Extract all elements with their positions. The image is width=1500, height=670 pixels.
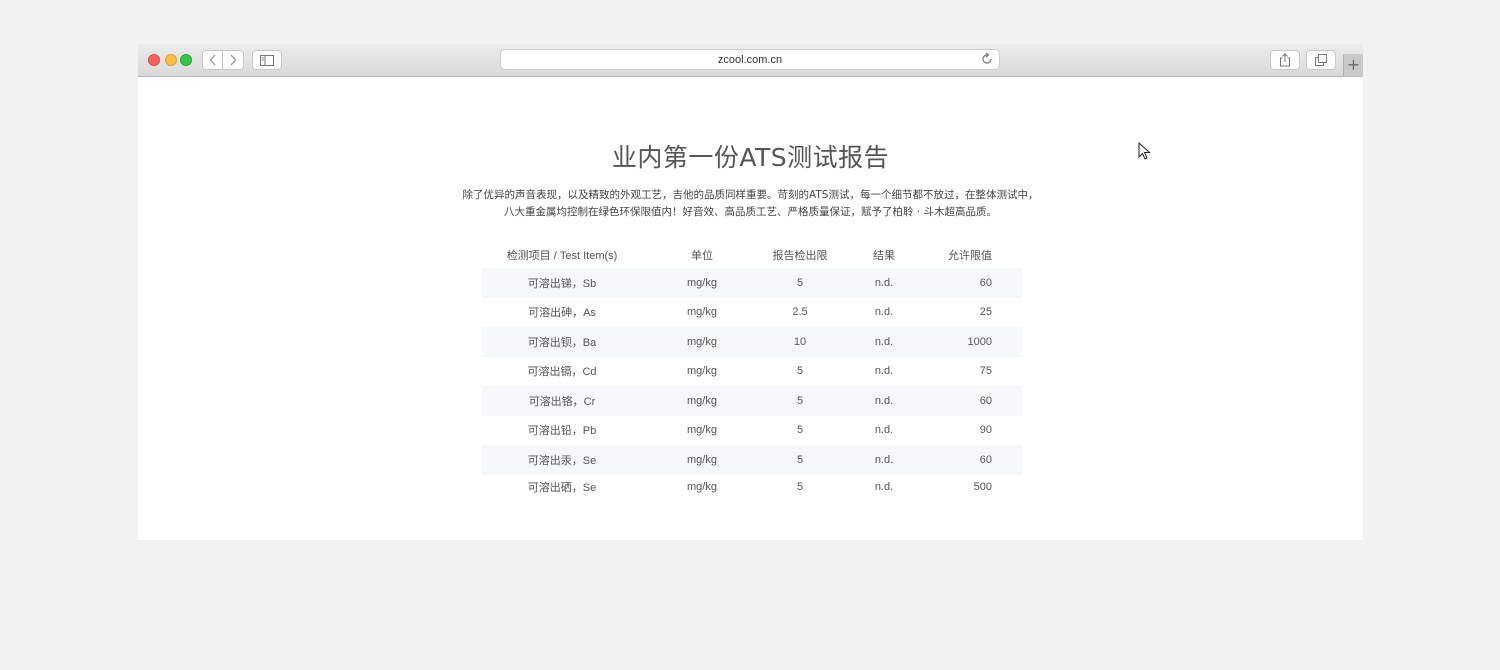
table-row: 可溶出汞，Se mg/kg 5 n.d. 60 [482, 445, 1022, 475]
back-button[interactable] [202, 50, 223, 70]
result-cell: n.d. [874, 335, 894, 348]
test-item-cell: 可溶出硒，Se [527, 481, 597, 494]
test-item-cell: 可溶出镉，Cd [527, 366, 597, 379]
test-item-cell: 可溶出铅，Pb [527, 425, 597, 438]
tab-overview-button[interactable] [1306, 50, 1336, 70]
intro-line: 除了优异的声音表现，以及精致的外观工艺，吉他的品质同样重要。苛刻的ATS测试，每… [462, 189, 1039, 201]
permitted-limit-cell: 1000 [967, 335, 992, 348]
test-item-cell: 可溶出锑，Sb [527, 277, 597, 290]
test-item-cell: 可溶出砷，As [528, 307, 596, 320]
table-row: 可溶出硒，Se mg/kg 5 n.d. 500 [482, 475, 1022, 499]
table-row: 可溶出铬，Cr mg/kg 5 n.d. 60 [482, 386, 1022, 416]
chevron-left-icon [209, 54, 215, 66]
result-cell: n.d. [874, 453, 894, 466]
table-row: 可溶出铅，Pb mg/kg 5 n.d. 90 [482, 416, 1022, 446]
table-row: 可溶出镉，Cd mg/kg 5 n.d. 75 [482, 357, 1022, 387]
browser-toolbar: zcool.com.cn + [138, 44, 1363, 77]
share-icon [1280, 53, 1290, 67]
table-row: 可溶出砷，As mg/kg 2.5 n.d. 25 [482, 298, 1022, 328]
tabs-icon [1315, 54, 1327, 66]
permitted-limit-cell: 75 [979, 365, 992, 378]
intro-line: 八大重金属均控制在绿色环保限值内！好音效、高品质工艺、严格质量保证，赋予了柏聆 … [503, 206, 997, 218]
forward-button[interactable] [223, 50, 244, 70]
unit-cell: mg/kg [687, 480, 717, 493]
unit-cell: mg/kg [687, 394, 717, 407]
sidebar-toggle-button[interactable] [252, 50, 282, 70]
url-text: zcool.com.cn [717, 53, 783, 66]
test-item-cell: 可溶出铬，Cr [528, 395, 596, 408]
result-cell: n.d. [874, 480, 894, 493]
permitted-limit-cell: 25 [979, 306, 992, 319]
sidebar-icon [260, 54, 274, 66]
share-button[interactable] [1270, 50, 1300, 70]
maximize-window-button[interactable] [180, 54, 192, 66]
mouse-cursor-icon [1138, 142, 1151, 160]
new-tab-button[interactable]: + [1343, 54, 1363, 76]
result-cell: n.d. [874, 276, 894, 289]
test-item-cell: 可溶出钡，Ba [527, 336, 597, 349]
plus-icon: + [1346, 55, 1361, 74]
result-cell: n.d. [874, 424, 894, 437]
unit-cell: mg/kg [687, 306, 717, 319]
header-unit: 单位 [691, 250, 713, 262]
minimize-window-button[interactable] [165, 54, 177, 66]
permitted-limit-cell: 60 [979, 453, 992, 466]
table-row: 可溶出钡，Ba mg/kg 10 n.d. 1000 [482, 327, 1022, 357]
chevron-right-icon [230, 54, 237, 66]
test-item-cell: 可溶出汞，Se [527, 454, 597, 467]
permitted-limit-cell: 60 [979, 276, 992, 289]
unit-cell: mg/kg [687, 365, 717, 378]
header-permitted-limit: 允许限值 [948, 250, 992, 262]
result-cell: n.d. [874, 365, 894, 378]
result-cell: n.d. [874, 394, 894, 407]
header-result: 结果 [873, 250, 895, 262]
unit-cell: mg/kg [687, 276, 717, 289]
unit-cell: mg/kg [687, 424, 717, 437]
unit-cell: mg/kg [687, 335, 717, 348]
browser-window: zcool.com.cn + 业内第一份ATS测试报告 除了优异的声音表现，以及… [138, 44, 1363, 540]
result-cell: n.d. [874, 306, 894, 319]
address-bar[interactable]: zcool.com.cn [500, 49, 1000, 70]
page-title: 业内第一份ATS测试报告 [611, 143, 890, 172]
close-window-button[interactable] [148, 54, 160, 66]
intro-paragraph: 除了优异的声音表现，以及精致的外观工艺，吉他的品质同样重要。苛刻的ATS测试，每… [438, 187, 1063, 221]
test-report-table: 检测项目 / Test Item(s) 单位 报告检出限 结果 允许限值 可溶出… [482, 242, 1022, 499]
unit-cell: mg/kg [687, 453, 717, 466]
permitted-limit-cell: 60 [979, 394, 992, 407]
permitted-limit-cell: 90 [979, 424, 992, 437]
table-row: 可溶出锑，Sb mg/kg 5 n.d. 60 [482, 268, 1022, 298]
header-test-item: 检测项目 / Test Item(s) [506, 250, 618, 262]
table-header: 检测项目 / Test Item(s) 单位 报告检出限 结果 允许限值 [482, 242, 1022, 268]
reload-icon[interactable] [980, 52, 994, 66]
permitted-limit-cell: 500 [973, 480, 992, 493]
